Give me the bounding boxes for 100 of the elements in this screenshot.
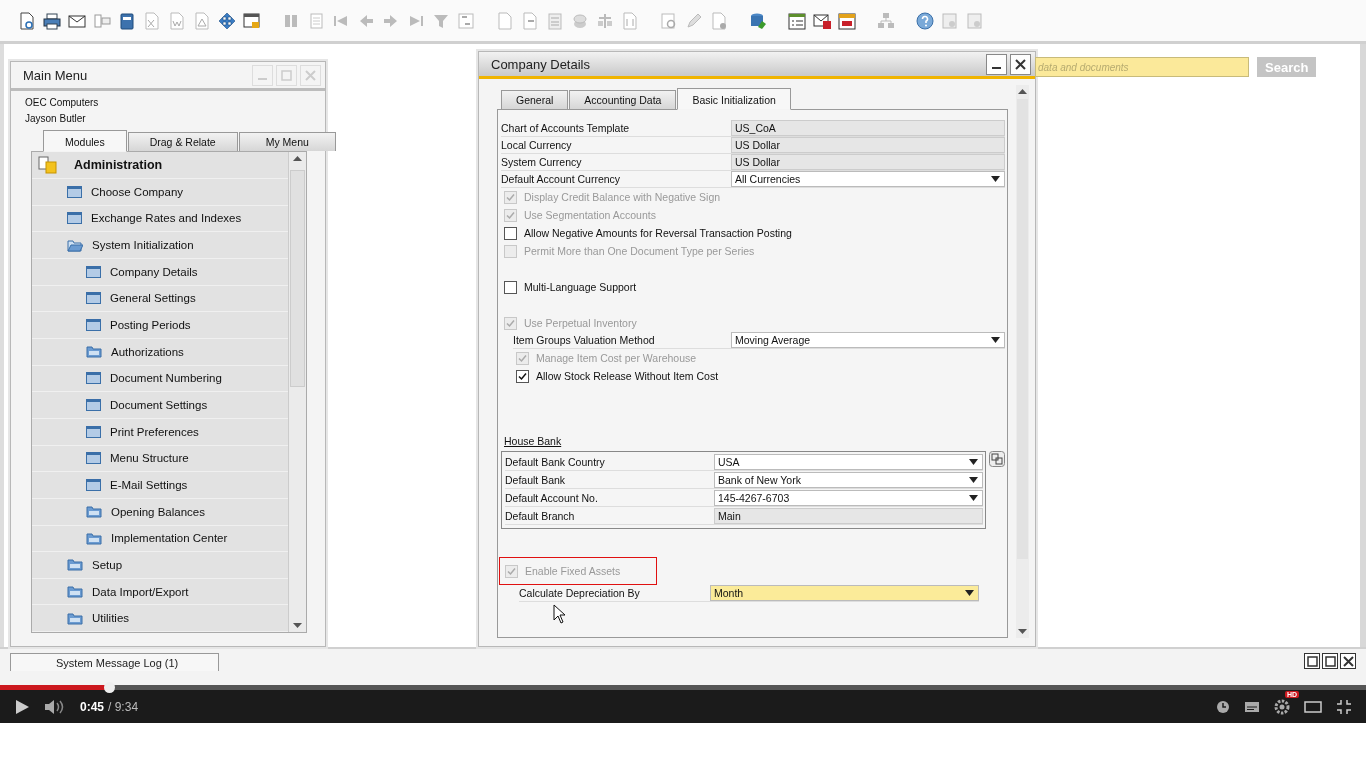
menu-item[interactable]: General Settings bbox=[32, 285, 288, 313]
tab[interactable]: My Menu bbox=[238, 132, 336, 151]
menu-item[interactable]: Exchange Rates and Indexes bbox=[32, 205, 288, 233]
database-icon[interactable] bbox=[749, 11, 767, 30]
dropdown-caret-icon[interactable] bbox=[991, 176, 1000, 182]
checkbox-label: Allow Stock Release Without Item Cost bbox=[536, 370, 719, 382]
minimize-icon bbox=[258, 78, 267, 80]
magnifier-document-icon[interactable] bbox=[660, 11, 678, 30]
volume-icon[interactable] bbox=[44, 698, 66, 715]
field-label: Default Account No. bbox=[505, 491, 599, 506]
sort-icon[interactable] bbox=[457, 11, 475, 30]
menu-item[interactable]: Authorizations bbox=[32, 338, 288, 366]
calendar-icon[interactable] bbox=[838, 11, 856, 30]
maximize-icon bbox=[1306, 655, 1318, 667]
scrollbar-thumb[interactable] bbox=[290, 170, 305, 387]
minimize-button[interactable] bbox=[986, 53, 1007, 75]
module-title[interactable]: Administration bbox=[74, 158, 163, 172]
minimize-icon bbox=[992, 67, 1001, 69]
dropdown[interactable]: Month bbox=[710, 585, 979, 601]
field-label: Local Currency bbox=[501, 138, 573, 153]
play-icon[interactable] bbox=[14, 698, 30, 715]
menu-item[interactable]: Print Preferences bbox=[32, 418, 288, 446]
menu-item[interactable]: System Initialization bbox=[32, 232, 288, 259]
settings-icon[interactable] bbox=[1274, 698, 1290, 715]
menu-item[interactable]: Document Numbering bbox=[32, 365, 288, 393]
dropdown[interactable]: Bank of New York bbox=[714, 472, 983, 488]
tab[interactable]: Basic Initialization bbox=[677, 88, 791, 110]
folder-icon bbox=[86, 505, 102, 519]
window-title: Company Details bbox=[491, 56, 590, 72]
close-button[interactable] bbox=[1340, 653, 1356, 669]
progress-handle[interactable] bbox=[104, 682, 116, 693]
menu-item[interactable]: Opening Balances bbox=[32, 498, 288, 526]
section-title: House Bank bbox=[504, 435, 562, 447]
tab[interactable]: Modules bbox=[43, 130, 127, 152]
dropdown-caret-icon[interactable] bbox=[965, 590, 974, 596]
cascade-button[interactable] bbox=[1322, 653, 1338, 669]
message-log-tab[interactable]: System Message Log (1) bbox=[10, 653, 220, 671]
search-field[interactable]: data and documents bbox=[1035, 57, 1249, 77]
menu-item[interactable]: Implementation Center bbox=[32, 525, 288, 553]
menu-item[interactable]: Posting Periods bbox=[32, 312, 288, 339]
menu-item[interactable]: Company Details bbox=[32, 258, 288, 286]
copy-icon[interactable] bbox=[989, 451, 1005, 467]
field-label: Calculate Depreciation By bbox=[519, 586, 641, 601]
subtitles-icon[interactable] bbox=[1244, 700, 1260, 713]
menu-item[interactable]: Setup bbox=[32, 552, 288, 579]
print-icon[interactable] bbox=[43, 11, 61, 30]
checklist-icon[interactable] bbox=[788, 11, 806, 30]
dropdown-caret-icon[interactable] bbox=[969, 459, 978, 465]
menu-item[interactable]: Utilities bbox=[32, 605, 288, 633]
preview-icon[interactable] bbox=[18, 11, 36, 30]
dropdown[interactable]: USA bbox=[714, 454, 983, 470]
tab[interactable]: Accounting Data bbox=[569, 90, 677, 109]
field-label: System Currency bbox=[501, 155, 583, 170]
theater-mode-icon[interactable] bbox=[1304, 700, 1322, 713]
menu-item[interactable]: Data Import/Export bbox=[32, 578, 288, 606]
tab[interactable]: General bbox=[501, 90, 569, 109]
window-icon bbox=[86, 479, 101, 491]
checkbox[interactable] bbox=[504, 226, 517, 240]
window-icon bbox=[67, 185, 82, 198]
maximize-icon bbox=[281, 69, 292, 81]
tab[interactable]: Drag & Relate bbox=[127, 132, 238, 151]
field-label: Chart of Accounts Template bbox=[501, 121, 631, 136]
fax-icon[interactable] bbox=[118, 11, 136, 30]
help-icon[interactable] bbox=[916, 11, 934, 30]
window-icon bbox=[67, 212, 82, 225]
clock-icon[interactable] bbox=[1216, 699, 1230, 714]
document-gear-icon[interactable] bbox=[710, 11, 728, 30]
read-only-field[interactable]: US Dollar bbox=[731, 154, 1005, 170]
dropdown[interactable]: All Currencies bbox=[731, 171, 1005, 187]
dropdown[interactable]: 145-4267-6703 bbox=[714, 490, 983, 506]
checkbox[interactable] bbox=[504, 280, 517, 294]
menu-item[interactable]: Choose Company bbox=[32, 178, 288, 206]
locked-window-icon[interactable] bbox=[243, 11, 261, 30]
checkbox-label: Permit More than One Document Type per Series bbox=[524, 245, 755, 257]
email-cancel-icon[interactable] bbox=[813, 11, 831, 30]
restore-button[interactable] bbox=[1304, 653, 1320, 669]
progress-track[interactable] bbox=[0, 685, 1366, 690]
checkbox-label: Use Perpetual Inventory bbox=[524, 317, 637, 329]
close-icon bbox=[1015, 58, 1026, 70]
checkbox-label: Use Segmentation Accounts bbox=[524, 209, 656, 221]
duration: / 9:34 bbox=[108, 699, 139, 714]
dropdown-caret-icon[interactable] bbox=[969, 477, 978, 483]
menu-item[interactable]: Document Settings bbox=[32, 392, 288, 419]
folder-icon bbox=[86, 345, 102, 359]
dropdown-caret-icon[interactable] bbox=[969, 495, 978, 501]
window-icon bbox=[86, 425, 101, 438]
fullscreen-icon[interactable] bbox=[1336, 698, 1352, 715]
read-only-field[interactable]: US_CoA bbox=[731, 120, 1005, 136]
read-only-field[interactable]: US Dollar bbox=[731, 137, 1005, 153]
close-icon bbox=[1342, 655, 1354, 667]
folder-icon bbox=[67, 558, 83, 572]
menu-item[interactable]: E-Mail Settings bbox=[32, 472, 288, 499]
document-icon[interactable] bbox=[521, 11, 539, 30]
field-label: Default Bank Country bbox=[505, 455, 606, 470]
close-button[interactable] bbox=[1010, 53, 1031, 75]
field-label: Default Branch bbox=[505, 509, 576, 524]
move-arrows-icon[interactable] bbox=[218, 11, 236, 30]
window-icon bbox=[86, 319, 101, 332]
menu-item[interactable]: Menu Structure bbox=[32, 445, 288, 473]
read-only-field[interactable]: Main bbox=[714, 508, 983, 524]
